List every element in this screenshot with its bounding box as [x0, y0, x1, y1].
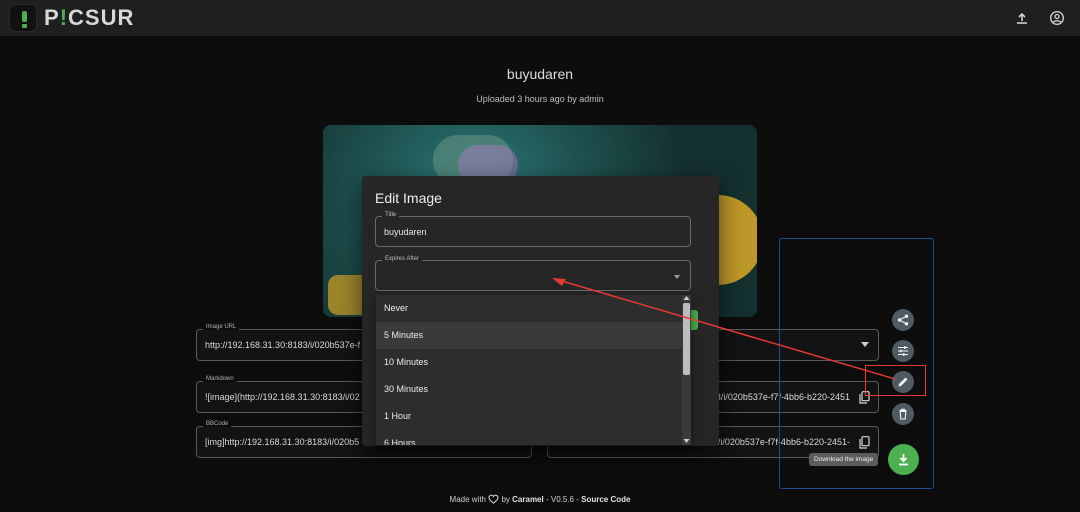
option-never[interactable]: Never	[376, 295, 682, 322]
settings-icon	[898, 346, 908, 356]
page: P!CSUR buyudaren Uploaded 3 hours ago by…	[0, 0, 1080, 512]
top-bar: P!CSUR	[0, 0, 1080, 36]
field-label: BBCode	[203, 421, 232, 427]
field-value: [img]http://192.168.31.30:8183/i/020b5	[205, 437, 360, 447]
chevron-down-icon	[674, 275, 680, 279]
edit-highlight-box	[865, 365, 926, 396]
image-subtitle: Uploaded 3 hours ago by admin	[476, 94, 604, 104]
footer: Made with by Caramel - V0.5.6 - Source C…	[449, 494, 631, 504]
heart-icon	[488, 494, 499, 504]
logo-text[interactable]: P!CSUR	[44, 5, 134, 31]
customize-button[interactable]	[892, 340, 914, 362]
save-button[interactable]	[690, 310, 698, 330]
expires-dropdown: Never 5 Minutes 10 Minutes 30 Minutes 1 …	[376, 295, 691, 445]
logo-icon[interactable]	[9, 4, 37, 32]
scrollbar-thumb[interactable]	[683, 303, 690, 375]
delete-button[interactable]	[892, 403, 914, 425]
scroll-up-icon[interactable]	[683, 295, 690, 301]
download-icon	[899, 454, 908, 466]
share-icon	[897, 314, 909, 326]
field-label: Image URL	[203, 324, 240, 330]
account-icon[interactable]	[1049, 10, 1065, 26]
upload-icon[interactable]	[1014, 10, 1030, 26]
field-label: Markdown	[203, 376, 237, 382]
share-button[interactable]	[892, 309, 914, 331]
download-tooltip: Download the image	[809, 453, 879, 466]
download-button[interactable]	[888, 444, 919, 475]
option-30-minutes[interactable]: 30 Minutes	[376, 376, 682, 403]
title-input[interactable]: Title buyudaren	[375, 212, 691, 247]
option-10-minutes[interactable]: 10 Minutes	[376, 349, 682, 376]
source-code-link[interactable]: Source Code	[581, 495, 630, 504]
field-value: http://192.168.31.30:8183/i/020b537e-f	[205, 340, 361, 350]
dialog-title: Edit Image	[375, 190, 442, 206]
image-title: buyudaren	[506, 66, 574, 82]
field-value: ![image](http://192.168.31.30:8183/i/02	[205, 392, 360, 402]
field-label: Expires After	[382, 256, 423, 262]
expires-after-select[interactable]: Expires After	[375, 256, 691, 291]
option-5-minutes[interactable]: 5 Minutes	[376, 322, 682, 349]
scroll-down-icon[interactable]	[683, 438, 690, 444]
option-1-hour[interactable]: 1 Hour	[376, 403, 682, 430]
field-label: Title	[382, 212, 400, 218]
delete-icon	[899, 408, 907, 420]
author-link[interactable]: Caramel	[512, 495, 544, 504]
field-value: buyudaren	[384, 227, 427, 237]
option-6-hours[interactable]: 6 Hours	[376, 430, 682, 445]
